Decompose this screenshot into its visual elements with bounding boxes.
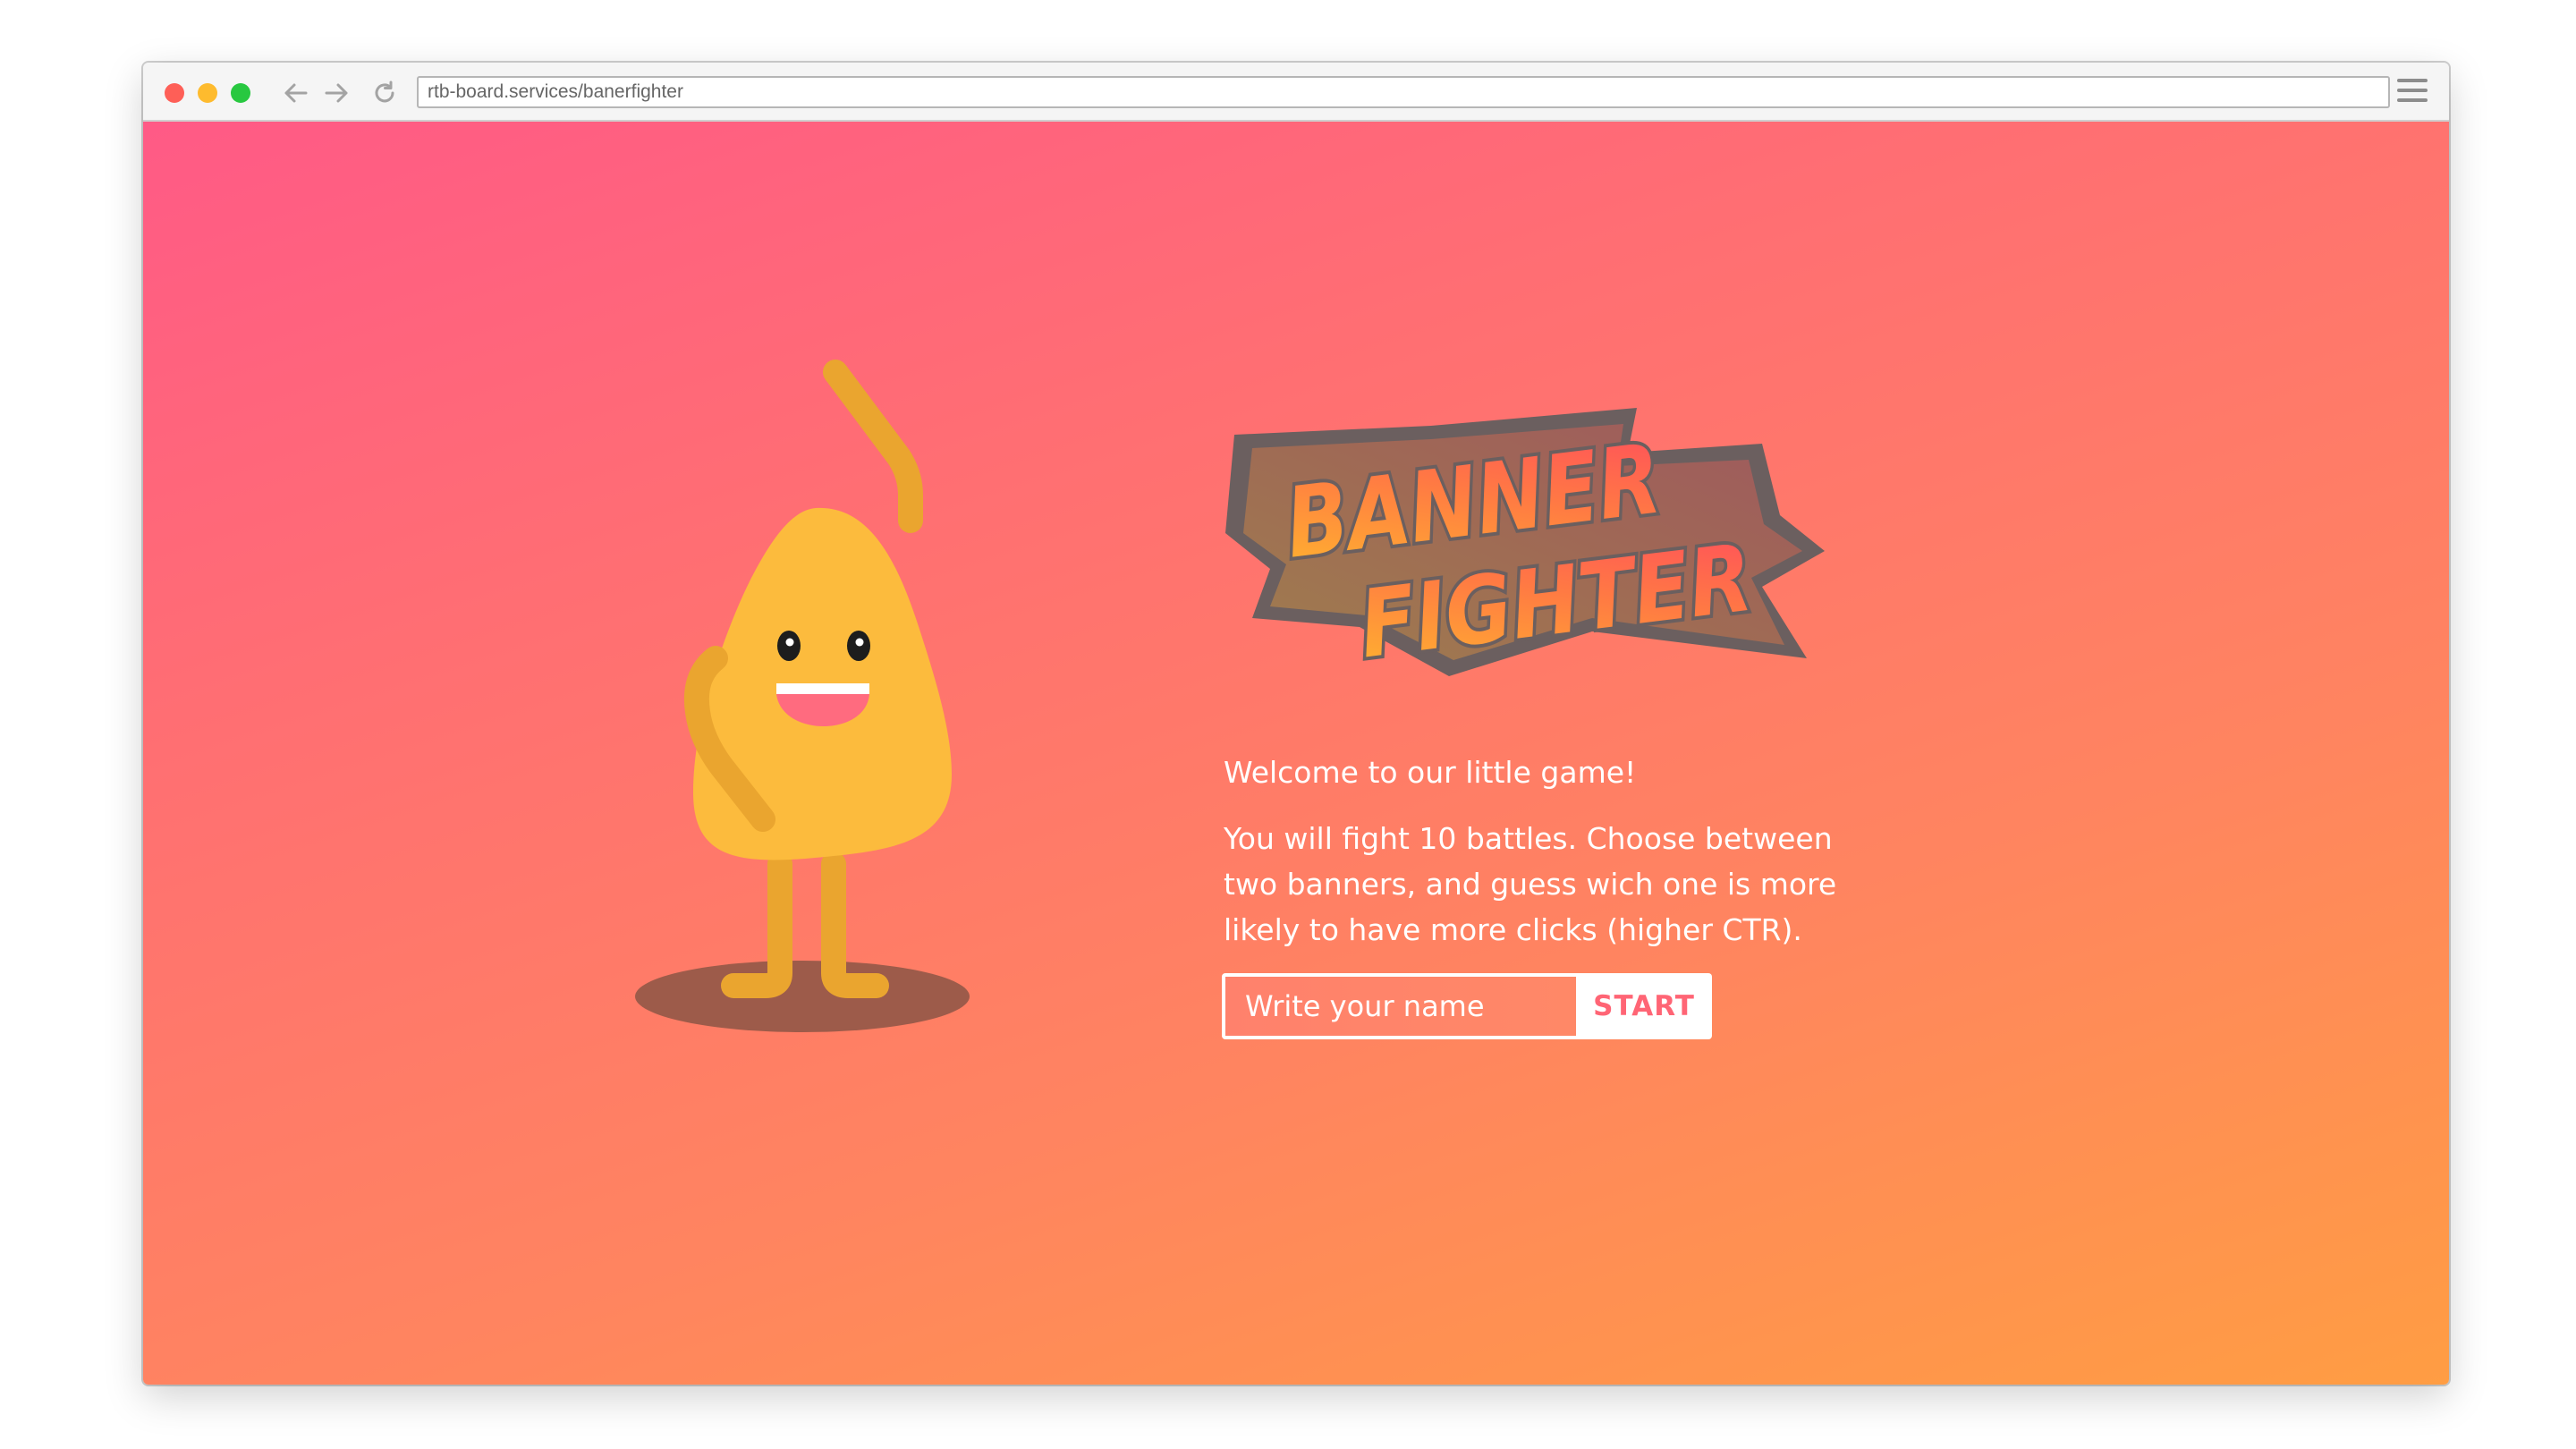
- welcome-heading: Welcome to our little game!: [1224, 755, 1637, 790]
- reload-icon: [375, 80, 394, 103]
- back-button[interactable]: [277, 75, 313, 111]
- page-viewport: BANNER FIGHTER Welcome to our little gam…: [143, 122, 2449, 1385]
- reload-button[interactable]: [367, 75, 402, 111]
- banner-fighter-logo: BANNER FIGHTER: [1225, 408, 1825, 682]
- minimize-window-button[interactable]: [198, 83, 217, 103]
- arrow-right-icon: [325, 83, 348, 103]
- browser-toolbar: rtb-board.services/banerfighter: [143, 63, 2449, 122]
- forward-button[interactable]: [319, 75, 355, 111]
- start-button[interactable]: START: [1576, 973, 1712, 1039]
- mascot-shadow: [635, 961, 970, 1032]
- hamburger-menu-icon[interactable]: [2397, 79, 2428, 106]
- maximize-window-button[interactable]: [231, 83, 250, 103]
- browser-window: rtb-board.services/banerfighter BANNER F…: [143, 63, 2449, 1385]
- mascot-illustration: [635, 360, 970, 1032]
- start-form: START: [1222, 973, 1712, 1039]
- address-bar[interactable]: rtb-board.services/banerfighter: [417, 76, 2390, 108]
- close-window-button[interactable]: [165, 83, 184, 103]
- intro-text: You will fight 10 battles. Choose betwee…: [1224, 821, 1837, 947]
- arrow-left-icon: [284, 83, 308, 103]
- mascot-raised-arm: [823, 360, 923, 533]
- name-input[interactable]: [1225, 977, 1576, 1036]
